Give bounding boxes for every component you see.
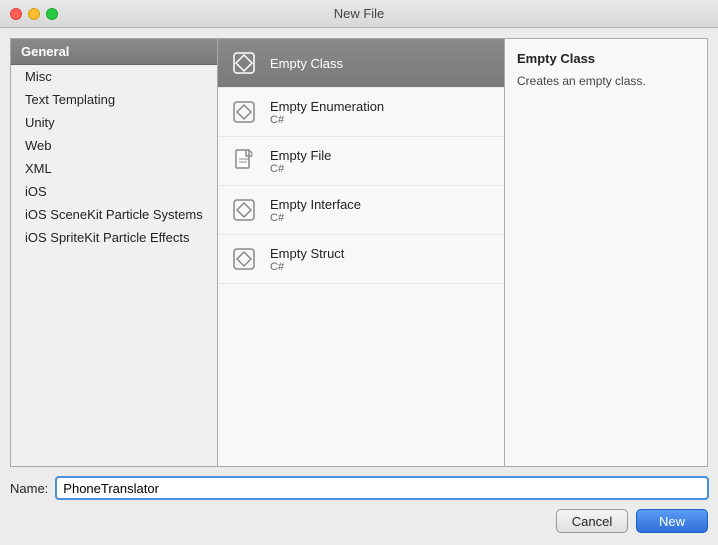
left-panel: General Misc Text Templating Unity Web X… (11, 39, 218, 466)
sidebar-item-web[interactable]: Web (11, 134, 217, 157)
right-panel-description: Creates an empty class. (517, 72, 695, 90)
empty-enumeration-sub: C# (270, 114, 384, 126)
sidebar-item-ios-spritekit[interactable]: iOS SpriteKit Particle Effects (11, 226, 217, 249)
empty-interface-icon (228, 194, 260, 226)
empty-struct-icon (228, 243, 260, 275)
empty-file-icon (228, 145, 260, 177)
close-button[interactable] (10, 8, 22, 20)
name-bar: Name: (0, 467, 718, 509)
empty-struct-sub: C# (270, 261, 344, 273)
empty-class-icon (228, 47, 260, 79)
sidebar-item-unity[interactable]: Unity (11, 111, 217, 134)
sidebar-item-ios[interactable]: iOS (11, 180, 217, 203)
right-panel-title: Empty Class (517, 51, 695, 66)
empty-enumeration-icon (228, 96, 260, 128)
panels-container: General Misc Text Templating Unity Web X… (10, 38, 708, 467)
window-controls (10, 8, 58, 20)
empty-enumeration-text: Empty Enumeration C# (270, 99, 384, 126)
empty-file-name: Empty File (270, 148, 331, 163)
empty-class-text: Empty Class (270, 56, 343, 71)
maximize-button[interactable] (46, 8, 58, 20)
empty-struct-text: Empty Struct C# (270, 246, 344, 273)
name-input[interactable] (56, 477, 708, 499)
window-title: New File (334, 6, 385, 21)
main-content: General Misc Text Templating Unity Web X… (0, 28, 718, 467)
template-empty-struct[interactable]: Empty Struct C# (218, 235, 504, 284)
empty-interface-name: Empty Interface (270, 197, 361, 212)
empty-struct-name: Empty Struct (270, 246, 344, 261)
empty-interface-text: Empty Interface C# (270, 197, 361, 224)
template-empty-class[interactable]: Empty Class (218, 39, 504, 88)
right-panel: Empty Class Creates an empty class. (505, 39, 707, 466)
sidebar-item-xml[interactable]: XML (11, 157, 217, 180)
template-empty-interface[interactable]: Empty Interface C# (218, 186, 504, 235)
empty-interface-sub: C# (270, 212, 361, 224)
sidebar-item-text-templating[interactable]: Text Templating (11, 88, 217, 111)
template-empty-file[interactable]: Empty File C# (218, 137, 504, 186)
template-empty-enumeration[interactable]: Empty Enumeration C# (218, 88, 504, 137)
left-panel-header: General (11, 39, 217, 65)
sidebar-item-misc[interactable]: Misc (11, 65, 217, 88)
name-label: Name: (10, 481, 48, 496)
empty-enumeration-name: Empty Enumeration (270, 99, 384, 114)
sidebar-item-ios-scenekit[interactable]: iOS SceneKit Particle Systems (11, 203, 217, 226)
new-button[interactable]: New (636, 509, 708, 533)
title-bar: New File (0, 0, 718, 28)
cancel-button[interactable]: Cancel (556, 509, 628, 533)
button-row: Cancel New (0, 509, 718, 545)
empty-class-name: Empty Class (270, 56, 343, 71)
empty-file-text: Empty File C# (270, 148, 331, 175)
minimize-button[interactable] (28, 8, 40, 20)
empty-file-sub: C# (270, 163, 331, 175)
mid-panel: Empty Class Empty Enumeration C# (218, 39, 505, 466)
